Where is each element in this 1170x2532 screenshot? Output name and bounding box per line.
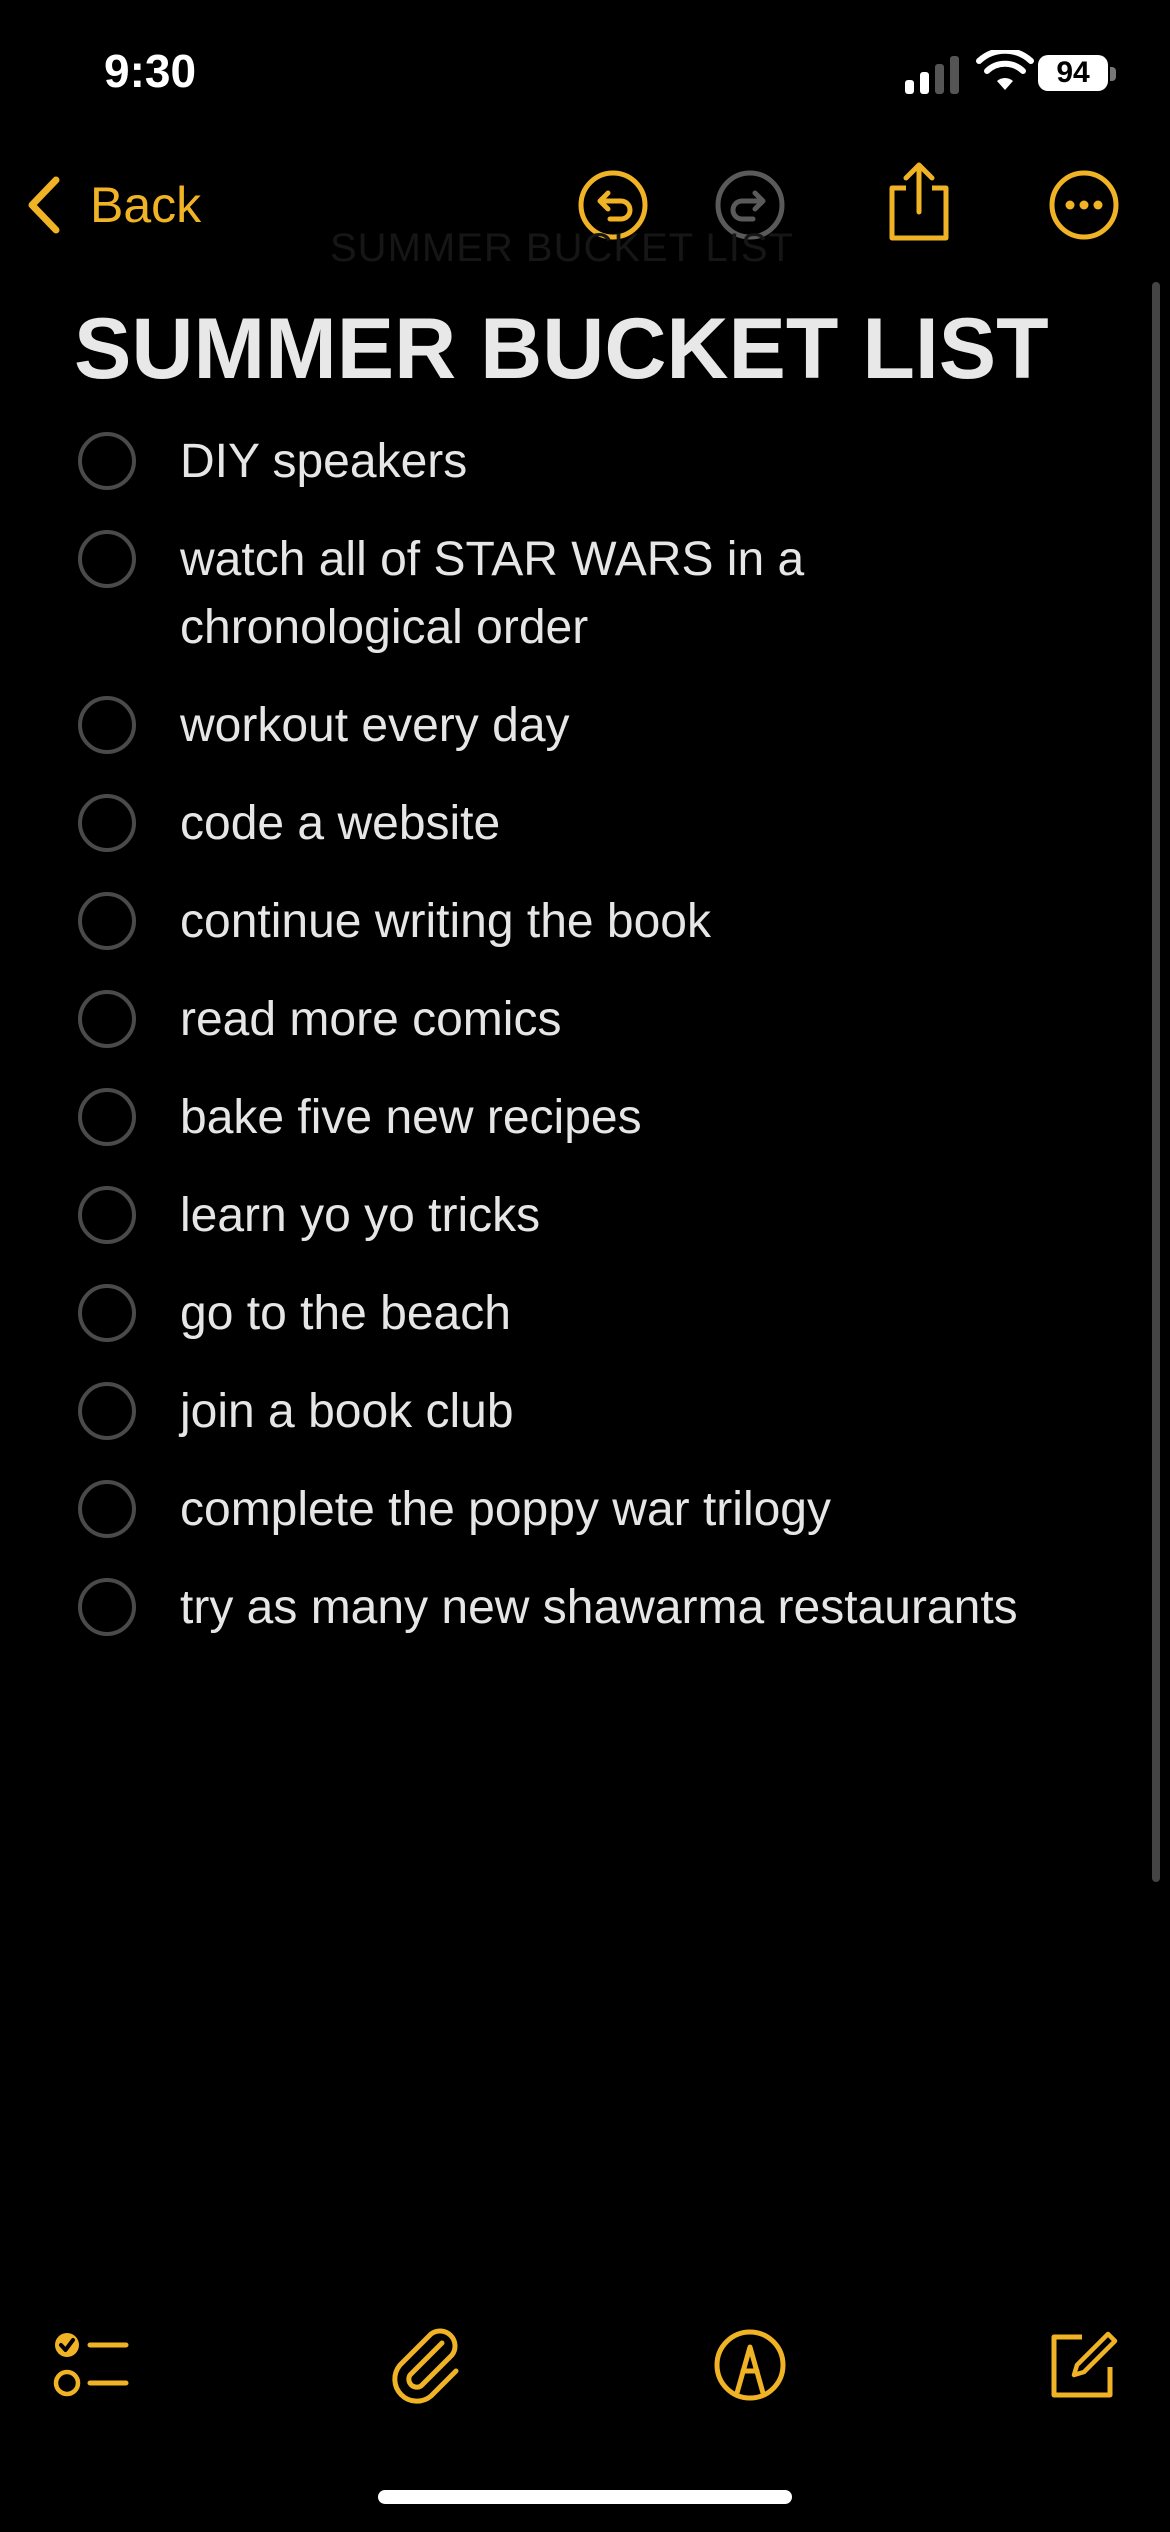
ghost-note-title: SUMMER BUCKET LIST [330, 226, 794, 270]
checklist-item: continue writing the book [78, 888, 1138, 956]
cellular-signal-icon [905, 54, 959, 94]
checklist-item: bake five new recipes [78, 1084, 1138, 1152]
checkbox-circle[interactable] [78, 432, 136, 490]
checkbox-circle[interactable] [78, 990, 136, 1048]
checklist-item: workout every day [78, 692, 1138, 760]
checkbox-circle[interactable] [78, 696, 136, 754]
checklist-item-text[interactable]: complete the poppy war trilogy [180, 1476, 831, 1544]
checklist-item-text[interactable]: join a book club [180, 1378, 514, 1446]
checkbox-circle[interactable] [78, 1578, 136, 1636]
chevron-left-icon [28, 176, 60, 234]
checklist-item-text[interactable]: continue writing the book [180, 888, 711, 956]
checklist-item: read more comics [78, 986, 1138, 1054]
checkbox-circle[interactable] [78, 1088, 136, 1146]
battery-tip [1110, 67, 1116, 81]
checkbox-circle[interactable] [78, 1382, 136, 1440]
checklist: DIY speakers watch all of STAR WARS in a… [78, 428, 1138, 1672]
note-title[interactable]: SUMMER BUCKET LIST [74, 300, 1049, 399]
checklist-item-text[interactable]: bake five new recipes [180, 1084, 642, 1152]
checklist-item-text[interactable]: watch all of STAR WARS in a chronologica… [180, 526, 880, 662]
checkbox-circle[interactable] [78, 1480, 136, 1538]
checkbox-circle[interactable] [78, 1284, 136, 1342]
checkbox-circle[interactable] [78, 530, 136, 588]
wifi-icon [976, 50, 1034, 90]
back-label: Back [90, 177, 202, 233]
compose-icon[interactable] [1042, 2325, 1122, 2405]
checklist-item-text[interactable]: learn yo yo tricks [180, 1182, 540, 1250]
checklist-item: go to the beach [78, 1280, 1138, 1348]
share-icon[interactable] [882, 160, 956, 244]
home-indicator[interactable] [378, 2490, 792, 2504]
checkbox-circle[interactable] [78, 892, 136, 950]
paperclip-icon[interactable] [386, 2325, 466, 2405]
markup-pen-icon[interactable] [710, 2325, 790, 2405]
checklist-icon[interactable] [50, 2325, 130, 2405]
checklist-item: join a book club [78, 1378, 1138, 1446]
checklist-item-text[interactable]: workout every day [180, 692, 570, 760]
back-button[interactable]: Back [24, 170, 201, 240]
battery-indicator: 94 [1038, 55, 1108, 91]
checklist-item: try as many new shawarma restaurants [78, 1574, 1138, 1642]
scrollbar[interactable] [1152, 282, 1160, 1882]
checklist-item: code a website [78, 790, 1138, 858]
checklist-item-text[interactable]: DIY speakers [180, 428, 467, 496]
checklist-item-text[interactable]: code a website [180, 790, 500, 858]
more-icon[interactable] [1047, 168, 1121, 242]
checkbox-circle[interactable] [78, 1186, 136, 1244]
checklist-item-text[interactable]: read more comics [180, 986, 561, 1054]
checklist-item: learn yo yo tricks [78, 1182, 1138, 1250]
checklist-item: watch all of STAR WARS in a chronologica… [78, 526, 1138, 662]
checklist-item-text[interactable]: go to the beach [180, 1280, 511, 1348]
checklist-item-text[interactable]: try as many new shawarma restaurants [180, 1574, 1018, 1642]
status-time: 9:30 [104, 45, 197, 97]
checkbox-circle[interactable] [78, 794, 136, 852]
checklist-item: complete the poppy war trilogy [78, 1476, 1138, 1544]
checklist-item: DIY speakers [78, 428, 1138, 496]
